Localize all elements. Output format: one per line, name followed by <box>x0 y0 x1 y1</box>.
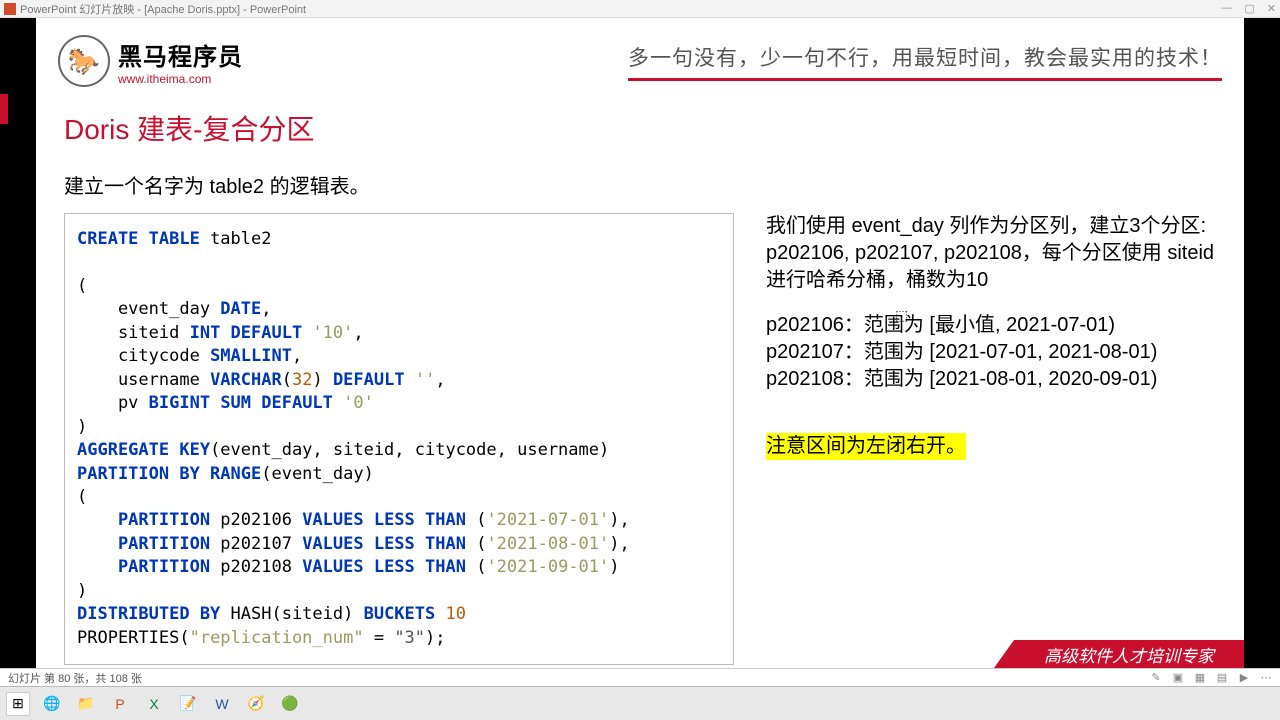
slide: 🐎 黑马程序员 www.itheima.com 多一句没有，少一句不行，用最短时… <box>36 18 1244 668</box>
partition-spec-1: p202106：范围为 [最小值, 2021-07-01) <box>766 312 1216 339</box>
word-icon[interactable]: W <box>210 692 234 716</box>
view-controls[interactable]: ✎ ▣ ▦ ▤ ▶ ⋯ <box>1150 671 1272 684</box>
reading-view-icon[interactable]: ▤ <box>1216 671 1228 684</box>
partition-spec-3: p202108：范围为 [2021-08-01, 2020-09-01) <box>766 366 1216 393</box>
highlight-note: 注意区间为左闭右开。 <box>766 433 966 460</box>
slide-subtitle: 建立一个名字为 table2 的逻辑表。 <box>36 148 1244 213</box>
brand-url: www.itheima.com <box>118 72 243 86</box>
partition-spec-2: p202107：范围为 [2021-07-01, 2021-08-01) <box>766 339 1216 366</box>
app-icon[interactable]: 🟢 <box>278 692 302 716</box>
more-icon[interactable]: ⋯ <box>1260 671 1272 684</box>
brand-name: 黑马程序员 <box>118 37 243 72</box>
slideshow-view-icon[interactable]: ▶ <box>1238 671 1250 684</box>
status-bar: 幻灯片 第 80 张，共 108 张 ✎ ▣ ▦ ▤ ▶ ⋯ <box>0 668 1280 686</box>
footer-band: 高级软件人才培训专家 <box>1014 640 1244 668</box>
window-titlebar: PowerPoint 幻灯片放映 - [Apache Doris.pptx] -… <box>0 0 1280 18</box>
explain-paragraph: 我们使用 event_day 列作为分区列，建立3个分区: p202106, p… <box>766 213 1216 294</box>
taskbar[interactable]: ⊞ 🌐 📁 P X 📝 W 🧭 🟢 <box>0 686 1280 720</box>
pen-icon[interactable]: ✎ <box>1150 671 1162 684</box>
accent-strip <box>0 94 8 124</box>
explanation: 我们使用 event_day 列作为分区列，建立3个分区: p202106, p… <box>766 213 1216 665</box>
horse-icon: 🐎 <box>58 35 110 87</box>
window-title: PowerPoint 幻灯片放映 - [Apache Doris.pptx] -… <box>20 1 306 17</box>
notes-icon[interactable]: 📝 <box>176 692 200 716</box>
slide-title: Doris 建表-复合分区 <box>36 90 1244 148</box>
window-controls[interactable]: — ▢ ✕ <box>1221 2 1276 15</box>
slideshow-stage: 🐎 黑马程序员 www.itheima.com 多一句没有，少一句不行，用最短时… <box>0 18 1280 668</box>
slide-header: 🐎 黑马程序员 www.itheima.com 多一句没有，少一句不行，用最短时… <box>36 18 1244 90</box>
logo: 🐎 黑马程序员 www.itheima.com <box>58 35 243 87</box>
sorter-view-icon[interactable]: ▦ <box>1194 671 1206 684</box>
explorer-icon[interactable]: 📁 <box>74 692 98 716</box>
excel-icon[interactable]: X <box>142 692 166 716</box>
start-icon[interactable]: ⊞ <box>6 692 30 716</box>
powerpoint-task-icon[interactable]: P <box>108 692 132 716</box>
minimize-icon[interactable]: — <box>1221 2 1232 15</box>
browser-icon[interactable]: 🧭 <box>244 692 268 716</box>
powerpoint-icon <box>4 3 16 15</box>
slide-counter: 幻灯片 第 80 张，共 108 张 <box>8 670 142 686</box>
normal-view-icon[interactable]: ▣ <box>1172 671 1184 684</box>
maximize-icon[interactable]: ▢ <box>1244 2 1254 15</box>
cursor-icon: ⬚ <box>895 307 908 324</box>
close-icon[interactable]: ✕ <box>1267 2 1276 15</box>
tagline: 多一句没有，少一句不行，用最短时间，教会最实用的技术！ <box>628 42 1222 81</box>
code-block: CREATE TABLE table2 ( event_day DATE, si… <box>64 213 734 665</box>
chrome-icon[interactable]: 🌐 <box>40 692 64 716</box>
